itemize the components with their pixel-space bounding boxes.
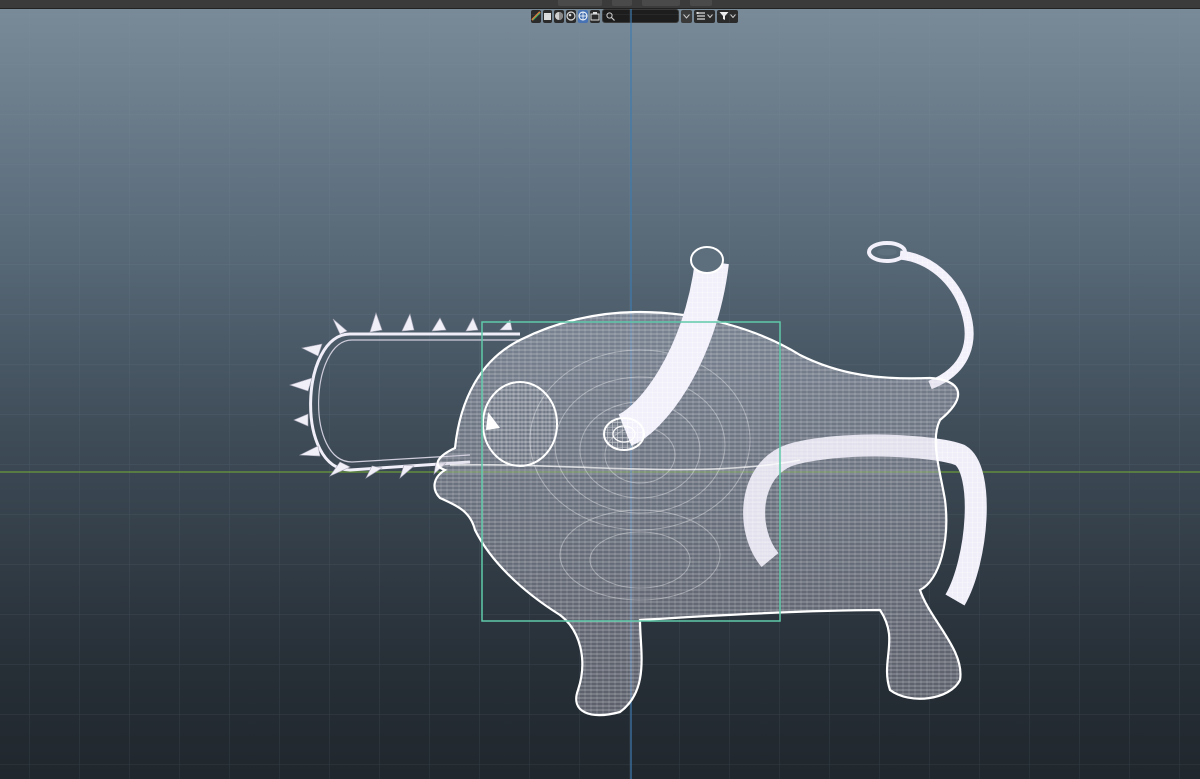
header-tab[interactable] (612, 0, 632, 6)
creature-eye[interactable] (482, 381, 558, 467)
header-tab[interactable] (642, 0, 680, 6)
header-tab[interactable] (690, 0, 712, 6)
3d-viewport[interactable] (0, 9, 1200, 779)
top-header-bar (0, 0, 1200, 9)
header-tab[interactable] (558, 0, 602, 6)
